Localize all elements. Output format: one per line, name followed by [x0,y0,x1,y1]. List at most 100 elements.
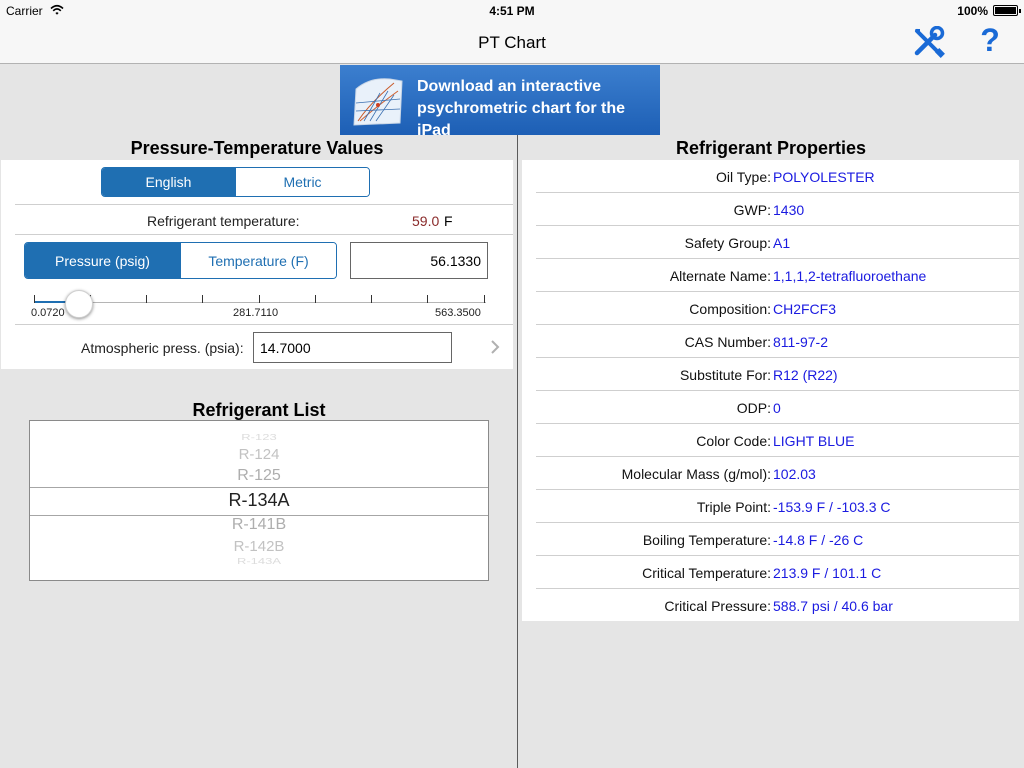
property-row: Alternate Name: 1,1,1,2-tetrafluoroethane [522,259,1019,292]
slider-tick [427,295,428,303]
property-row: Substitute For: R12 (R22) [522,358,1019,391]
slider-mid-label: 281.7110 [233,307,279,319]
slider-tick [202,295,203,303]
page-title: PT Chart [478,33,546,52]
pressure-mode-button[interactable]: Pressure (psig) [25,243,180,278]
property-value: A1 [773,235,791,251]
pt-section-title: Pressure-Temperature Values [130,138,384,158]
psychrometric-chart-icon [353,78,403,126]
slider-tick [484,295,485,303]
battery-level [995,7,1016,14]
property-label: Boiling Temperature: [642,532,771,548]
atmospheric-pressure-label: Atmospheric press. (psia): [81,340,244,356]
property-label: ODP: [736,400,771,416]
property-value: LIGHT BLUE [773,433,855,449]
property-label: Composition: [689,301,771,317]
property-label: Safety Group: [684,235,771,251]
properties-table: Oil Type: POLYOLESTER GWP: 1430 Safety Group… [522,160,1019,621]
pt-panel: English Metric Refrigerant temperature: … [1,160,513,369]
picker-item[interactable]: R-123 [30,433,488,442]
property-value: 588.7 psi / 40.6 bar [773,598,893,614]
battery-icon [993,5,1021,16]
property-row: CAS Number: 811-97-2 [522,325,1019,358]
atmospheric-pressure-input[interactable] [253,332,452,363]
panel-divider [517,135,518,768]
property-row: ODP: 0 [522,391,1019,424]
tools-icon[interactable] [912,26,946,58]
divider [15,324,513,325]
property-row: Boiling Temperature: -14.8 F / -26 C [522,523,1019,556]
slider-thumb[interactable] [64,290,93,318]
property-row: Molecular Mass (g/mol): 102.03 [522,457,1019,490]
property-label: Color Code: [696,433,771,449]
property-label: Critical Pressure: [664,598,771,614]
temperature-mode-button[interactable]: Temperature (F) [180,243,336,278]
divider [15,234,513,235]
picker-item[interactable]: R-143A [30,557,488,566]
property-value: -14.8 F / -26 C [773,532,864,548]
english-units-button[interactable]: English [102,168,235,196]
nav-bar: PT Chart ? [0,20,1024,64]
refrigerant-temp-unit: F [444,213,453,229]
divider [15,204,513,205]
picker-item-selected[interactable]: R-134A [30,490,488,511]
chevron-right-icon[interactable] [489,338,501,356]
picker-item[interactable]: R-142B [30,538,488,555]
slider-tick [315,295,316,303]
property-value: 102.03 [773,466,816,482]
property-value: 0 [773,400,781,416]
property-label: Alternate Name: [669,268,771,284]
property-row: Oil Type: POLYOLESTER [522,160,1019,193]
properties-title: Refrigerant Properties [675,138,867,158]
picker-selection-line [30,487,488,488]
status-bar: Carrier 4:51 PM 100% [0,0,1024,20]
pressure-value-input[interactable] [350,242,488,279]
property-value: POLYOLESTER [773,169,875,185]
property-label: Molecular Mass (g/mol): [621,466,771,482]
property-label: Substitute For: [679,367,771,383]
clock: 4:51 PM [489,4,535,18]
slider-min-label: 0.0720 [31,307,65,319]
psychrometric-ad-banner[interactable]: Download an interactive psychrometric ch… [340,65,660,135]
unit-segmented-control: English Metric [101,167,370,197]
refrigerant-picker[interactable]: R-123 R-124 R-125 R-134A R-141B R-142B R… [29,420,489,581]
picker-item[interactable]: R-125 [30,467,488,485]
property-value: 1430 [773,202,805,218]
slider-tick [34,295,35,303]
slider-max-label: 563.3500 [435,307,481,319]
banner-line-2: psychrometric chart for the iPad [417,100,626,135]
refrigerant-list-title: Refrigerant List [192,400,326,420]
battery-percent: 100% [957,4,988,18]
property-value: 213.9 F / 101.1 C [773,565,882,581]
property-value: 811-97-2 [773,334,829,350]
property-row: Color Code: LIGHT BLUE [522,424,1019,457]
picker-item[interactable]: R-124 [30,446,488,463]
slider-tick [259,295,260,303]
property-row: Critical Pressure: 588.7 psi / 40.6 bar [522,589,1019,622]
property-row: Safety Group: A1 [522,226,1019,259]
mode-segmented-control: Pressure (psig) Temperature (F) [24,242,337,279]
property-label: Oil Type: [716,169,771,185]
slider-track [34,302,486,303]
refrigerant-temp-value: 59.0 [412,213,440,229]
property-row: Critical Temperature: 213.9 F / 101.1 C [522,556,1019,589]
refrigerant-temp-label: Refrigerant temperature: [147,213,300,229]
slider-tick [371,295,372,303]
banner-line-1: Download an interactive [417,78,602,95]
property-label: Triple Point: [696,499,771,515]
banner-text: Download an interactive psychrometric ch… [417,76,660,135]
help-icon[interactable]: ? [975,22,1005,60]
property-label: CAS Number: [684,334,771,350]
picker-item[interactable]: R-141B [30,516,488,534]
property-row: Composition: CH2FCF3 [522,292,1019,325]
property-value: CH2FCF3 [773,301,837,317]
property-row: Triple Point: -153.9 F / -103.3 C [522,490,1019,523]
slider-tick [146,295,147,303]
metric-units-button[interactable]: Metric [235,168,369,196]
property-value: 1,1,1,2-tetrafluoroethane [773,268,927,284]
property-row: GWP: 1430 [522,193,1019,226]
property-label: GWP: [733,202,771,218]
property-label: Critical Temperature: [642,565,771,581]
property-value: -153.9 F / -103.3 C [773,499,891,515]
property-value: R12 (R22) [773,367,838,383]
